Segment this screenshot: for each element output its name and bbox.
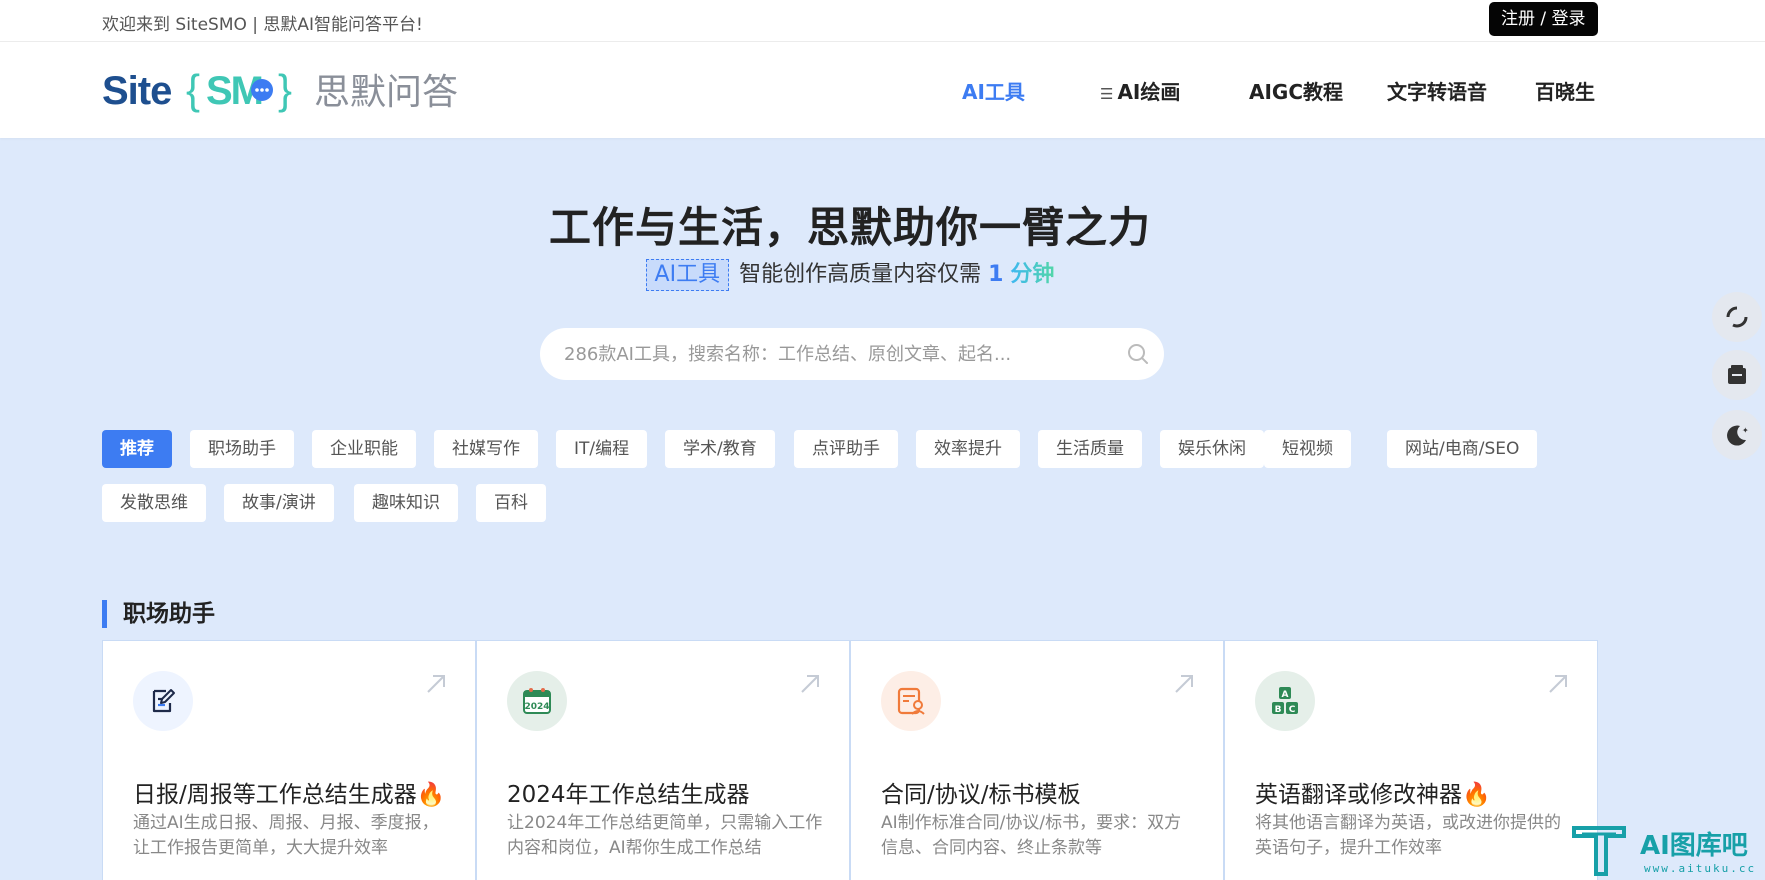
external-arrow-icon bbox=[801, 675, 819, 693]
tool-card-desc: AI制作标准合同/协议/标书，要求：双方信息、合同内容、终止条款等 bbox=[881, 813, 1182, 858]
hero-subtitle-num: 1 bbox=[988, 262, 1004, 287]
top-bar: 欢迎来到 SiteSMO | 思默AI智能问答平台! 注册 / 登录 bbox=[0, 0, 1765, 42]
calendar-2024-icon: 2024 bbox=[507, 671, 567, 731]
nav-baixiaosheng[interactable]: 百晓生 bbox=[1535, 76, 1595, 105]
hero-tag: AI工具 bbox=[645, 259, 730, 291]
category-tab[interactable]: 娱乐休闲 bbox=[1160, 430, 1264, 468]
search-icon[interactable] bbox=[1126, 342, 1150, 366]
tool-card-desc: 通过AI生成日报、周报、月报、季度报，让工作报告更简单，大大提升效率 bbox=[133, 813, 439, 858]
category-tab[interactable]: 社媒写作 bbox=[434, 430, 538, 468]
tool-card-title: 日报/周报等工作总结生成器🔥 bbox=[133, 782, 446, 808]
abc-letter-a: A bbox=[1282, 690, 1289, 700]
tool-card-title: 英语翻译或修改神器🔥 bbox=[1255, 782, 1491, 808]
category-tab[interactable]: 效率提升 bbox=[916, 430, 1020, 468]
message-button[interactable] bbox=[1712, 350, 1762, 400]
tool-card-desc: 让2024年工作总结更简单，只需输入工作内容和岗位，AI帮你生成工作总结 bbox=[507, 813, 823, 858]
category-tab[interactable]: 生活质量 bbox=[1038, 430, 1142, 468]
welcome-text: 欢迎来到 SiteSMO | 思默AI智能问答平台! bbox=[102, 15, 423, 35]
menu-icon: ☰ bbox=[1100, 85, 1114, 103]
search-box bbox=[540, 328, 1164, 380]
abc-letter-b: B bbox=[1275, 705, 1282, 715]
share-button[interactable] bbox=[1712, 292, 1762, 342]
tool-card-desc: 将其他语言翻译为英语，或改进你提供的英语句子，提升工作效率 bbox=[1255, 813, 1561, 858]
share-icon bbox=[1726, 306, 1748, 328]
hero-title: 工作与生活，思默助你一臂之力 bbox=[548, 203, 1151, 252]
dark-mode-button[interactable]: ✦ bbox=[1712, 410, 1762, 460]
nav-ai-tools[interactable]: AI工具 bbox=[962, 76, 1025, 105]
external-arrow-icon bbox=[1175, 675, 1193, 693]
hero-subtitle-text: 智能创作高质量内容仅需 bbox=[739, 262, 982, 287]
category-tab[interactable]: 企业职能 bbox=[312, 430, 416, 468]
category-tab[interactable]: 趣味知识 bbox=[354, 484, 458, 522]
external-arrow-icon bbox=[1549, 675, 1567, 693]
contract-icon bbox=[881, 671, 941, 731]
dark-mode-icon: ✦ bbox=[1727, 425, 1749, 446]
category-tab[interactable]: 学术/教育 bbox=[665, 430, 775, 468]
external-arrow-icon bbox=[427, 675, 445, 693]
tool-card-title: 2024年工作总结生成器 bbox=[507, 782, 750, 808]
tool-card[interactable]: 合同/协议/标书模板 AI制作标准合同/协议/标书，要求：双方信息、合同内容、终… bbox=[850, 640, 1224, 880]
aituku-watermark: AI图库吧 www.aituku.cc bbox=[1570, 818, 1765, 880]
calendar-2024-label: 2024 bbox=[524, 702, 549, 712]
abc-blocks-icon: A B C bbox=[1255, 671, 1315, 731]
tool-card[interactable]: 2024 2024年工作总结生成器 让2024年工作总结更简单，只需输入工作内容… bbox=[476, 640, 850, 880]
category-tab[interactable]: 网站/电商/SEO bbox=[1387, 430, 1538, 468]
category-tab[interactable]: 点评助手 bbox=[794, 430, 898, 468]
tool-card[interactable]: 日报/周报等工作总结生成器🔥 通过AI生成日报、周报、月报、季度报，让工作报告更… bbox=[102, 640, 476, 880]
tool-card-title: 合同/协议/标书模板 bbox=[881, 782, 1081, 808]
category-tab[interactable]: 百科 bbox=[476, 484, 546, 522]
main-nav: AI工具 ☰ AI绘画 AIGC教程 文字转语音 百晓生 bbox=[0, 42, 1765, 138]
svg-text:✦: ✦ bbox=[1742, 426, 1749, 435]
abc-letter-c: C bbox=[1289, 705, 1296, 715]
header: Site { SM } 思默问答 AI工具 ☰ AI绘画 AIGC教程 文字转语音… bbox=[0, 42, 1765, 138]
category-tab[interactable]: IT/编程 bbox=[556, 430, 648, 468]
category-tab[interactable]: 职场助手 bbox=[190, 430, 294, 468]
category-tab[interactable]: 短视频 bbox=[1264, 430, 1351, 468]
tool-card[interactable]: A B C 英语翻译或修改神器🔥 将其他语言翻译为英语，或改进你提供的英语句子，… bbox=[1224, 640, 1598, 880]
category-tab[interactable]: 推荐 bbox=[102, 430, 172, 468]
hero-subtitle-unit: 分钟 bbox=[1010, 262, 1055, 287]
nav-aigc-tutorial[interactable]: AIGC教程 bbox=[1249, 76, 1343, 105]
hero-subtitle: AI工具 智能创作高质量内容仅需 1 分钟 bbox=[0, 256, 1700, 291]
edit-note-icon bbox=[133, 671, 193, 731]
nav-ai-painting[interactable]: ☰ AI绘画 bbox=[1100, 76, 1180, 105]
tool-cards: 日报/周报等工作总结生成器🔥 通过AI生成日报、周报、月报、季度报，让工作报告更… bbox=[102, 640, 1598, 880]
watermark-text: AI图库吧 bbox=[1640, 831, 1748, 861]
login-register-button[interactable]: 注册 / 登录 bbox=[1489, 2, 1598, 36]
watermark-url: www.aituku.cc bbox=[1644, 862, 1756, 875]
section-title: 职场助手 bbox=[102, 600, 215, 628]
search-input[interactable] bbox=[564, 328, 1094, 380]
category-tab[interactable]: 故事/演讲 bbox=[224, 484, 334, 522]
message-icon bbox=[1728, 365, 1746, 384]
nav-text-to-speech[interactable]: 文字转语音 bbox=[1387, 76, 1487, 105]
category-tab[interactable]: 发散思维 bbox=[102, 484, 206, 522]
nav-ai-painting-label: AI绘画 bbox=[1117, 80, 1181, 104]
